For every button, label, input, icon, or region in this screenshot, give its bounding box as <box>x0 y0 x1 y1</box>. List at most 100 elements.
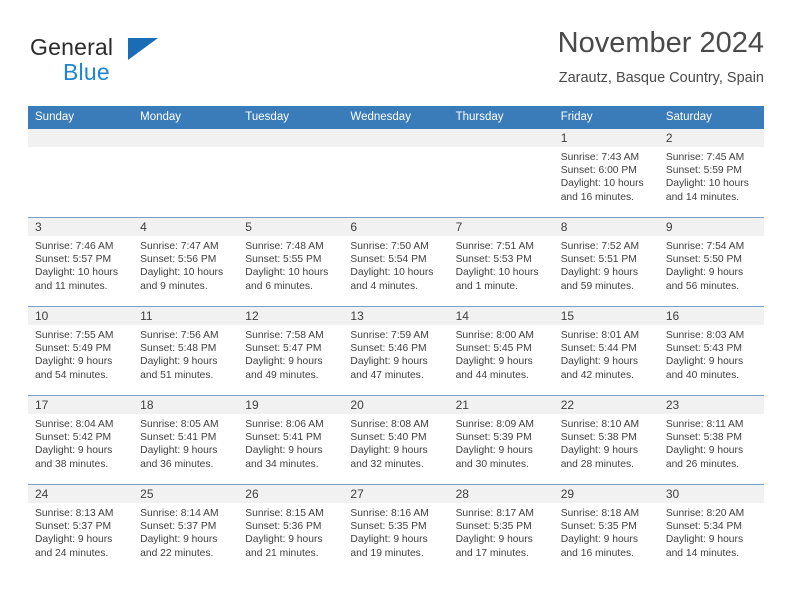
calendar-day-cell[interactable]: 5 Sunrise: 7:48 AM Sunset: 5:55 PM Daylight… <box>238 217 344 307</box>
day-number: 30 <box>658 485 764 503</box>
sunrise-text: Sunrise: 7:43 AM <box>560 152 640 163</box>
calendar-day-cell[interactable]: 1 Sunrise: 7:43 AM Sunset: 6:00 PM Daylight… <box>553 129 659 218</box>
day-number: 7 <box>448 218 554 236</box>
day-details: Sunrise: 8:17 AM Sunset: 5:35 PM Daylight:… <box>449 503 554 560</box>
day-details: Sunrise: 7:52 AM Sunset: 5:51 PM Daylight:… <box>554 236 659 293</box>
calendar-day-cell[interactable]: 22 Sunrise: 8:10 AM Sunset: 5:38 PM Dayligh… <box>553 395 659 485</box>
weekday-header-tuesday: Tuesday <box>238 106 344 129</box>
weekday-header-friday: Friday <box>553 106 659 129</box>
sunset-text: Sunset: 5:43 PM <box>665 343 742 355</box>
daylight-text: Daylight: 9 hours <box>245 356 323 368</box>
daylight-text: Daylight: 9 hours <box>350 445 428 457</box>
daylight-text-cont: and 16 minutes. <box>560 191 634 203</box>
day-details: Sunrise: 8:06 AM Sunset: 5:41 PM Daylight:… <box>238 414 343 471</box>
day-details: Sunrise: 7:43 AM Sunset: 6:00 PM Daylight:… <box>554 147 659 204</box>
day-details: Sunrise: 8:04 AM Sunset: 5:42 PM Daylight:… <box>28 414 133 471</box>
day-number <box>133 129 239 147</box>
day-cell-inner: 20 Sunrise: 8:08 AM Sunset: 5:40 PM Dayligh… <box>343 396 449 484</box>
sunrise-text: Sunrise: 8:14 AM <box>140 508 219 519</box>
sunrise-text: Sunrise: 7:47 AM <box>140 241 219 252</box>
sunrise-text: Sunrise: 8:04 AM <box>35 419 114 430</box>
sunrise-text: Sunrise: 8:16 AM <box>350 508 429 519</box>
calendar-day-cell[interactable]: 2 Sunrise: 7:45 AM Sunset: 5:59 PM Daylight… <box>658 129 764 218</box>
calendar-day-cell[interactable]: 21 Sunrise: 8:09 AM Sunset: 5:39 PM Dayligh… <box>448 395 554 485</box>
weekday-header-saturday: Saturday <box>658 106 764 129</box>
sunrise-text: Sunrise: 8:11 AM <box>665 419 744 430</box>
day-cell-inner: 2 Sunrise: 7:45 AM Sunset: 5:59 PM Daylight… <box>658 129 764 217</box>
calendar-day-cell[interactable]: 28 Sunrise: 8:17 AM Sunset: 5:35 PM Dayligh… <box>448 484 554 573</box>
weekday-header-sunday: Sunday <box>28 106 134 129</box>
day-details: Sunrise: 7:54 AM Sunset: 5:50 PM Daylight:… <box>659 236 764 293</box>
sunrise-text: Sunrise: 8:17 AM <box>455 508 534 519</box>
day-number: 28 <box>448 485 554 503</box>
calendar-day-cell[interactable]: 7 Sunrise: 7:51 AM Sunset: 5:53 PM Daylight… <box>448 217 554 307</box>
day-cell-inner <box>343 129 449 217</box>
daylight-text: Daylight: 9 hours <box>245 445 323 457</box>
calendar-day-cell[interactable]: 8 Sunrise: 7:52 AM Sunset: 5:51 PM Daylight… <box>553 217 659 307</box>
calendar-day-cell[interactable]: 20 Sunrise: 8:08 AM Sunset: 5:40 PM Dayligh… <box>343 395 449 485</box>
calendar-day-cell[interactable]: 24 Sunrise: 8:13 AM Sunset: 5:37 PM Dayligh… <box>28 484 134 573</box>
calendar-day-cell[interactable]: 30 Sunrise: 8:20 AM Sunset: 5:34 PM Dayligh… <box>658 484 764 573</box>
day-cell-inner <box>238 129 344 217</box>
sunrise-text: Sunrise: 8:09 AM <box>455 419 534 430</box>
weekday-header-wednesday: Wednesday <box>343 106 449 129</box>
daylight-text: Daylight: 9 hours <box>665 267 744 279</box>
day-cell-inner: 14 Sunrise: 8:00 AM Sunset: 5:45 PM Dayligh… <box>448 307 554 395</box>
day-details: Sunrise: 8:05 AM Sunset: 5:41 PM Daylight:… <box>133 414 238 471</box>
page-header: General Blue November 2024 Zarautz, Basq… <box>28 26 764 98</box>
day-number: 8 <box>553 218 659 236</box>
day-number: 25 <box>133 485 239 503</box>
day-number: 21 <box>448 396 554 414</box>
day-cell-inner: 21 Sunrise: 8:09 AM Sunset: 5:39 PM Dayligh… <box>448 396 554 484</box>
sunset-text: Sunset: 5:38 PM <box>560 432 637 444</box>
day-number: 17 <box>28 396 134 414</box>
daylight-text: Daylight: 9 hours <box>455 534 533 546</box>
calendar-day-cell[interactable]: 11 Sunrise: 7:56 AM Sunset: 5:48 PM Dayligh… <box>133 306 239 396</box>
day-number: 18 <box>133 396 239 414</box>
calendar-day-cell[interactable]: 9 Sunrise: 7:54 AM Sunset: 5:50 PM Daylight… <box>658 217 764 307</box>
calendar-day-cell[interactable]: 17 Sunrise: 8:04 AM Sunset: 5:42 PM Dayligh… <box>28 395 134 485</box>
calendar-day-cell[interactable]: 4 Sunrise: 7:47 AM Sunset: 5:56 PM Daylight… <box>133 217 239 307</box>
day-cell-inner: 15 Sunrise: 8:01 AM Sunset: 5:44 PM Dayligh… <box>553 307 659 395</box>
calendar-day-cell[interactable]: 27 Sunrise: 8:16 AM Sunset: 5:35 PM Dayligh… <box>343 484 449 573</box>
calendar-day-cell[interactable]: 13 Sunrise: 7:59 AM Sunset: 5:46 PM Dayligh… <box>343 306 449 396</box>
calendar-day-cell[interactable]: 3 Sunrise: 7:46 AM Sunset: 5:57 PM Daylight… <box>28 217 134 307</box>
sunrise-text: Sunrise: 8:13 AM <box>35 508 114 519</box>
sunset-text: Sunset: 5:35 PM <box>455 521 532 533</box>
sunset-text: Sunset: 5:57 PM <box>35 254 112 266</box>
daylight-text-cont: and 40 minutes. <box>665 369 740 381</box>
calendar-day-cell[interactable]: 29 Sunrise: 8:18 AM Sunset: 5:35 PM Dayligh… <box>553 484 659 573</box>
daylight-text-cont: and 14 minutes. <box>665 547 740 559</box>
sunset-text: Sunset: 5:35 PM <box>560 521 637 533</box>
daylight-text: Daylight: 10 hours <box>350 267 434 279</box>
day-cell-inner <box>448 129 554 217</box>
brand-logo[interactable]: General Blue <box>28 26 288 90</box>
day-cell-inner: 16 Sunrise: 8:03 AM Sunset: 5:43 PM Dayligh… <box>658 307 764 395</box>
daylight-text-cont: and 17 minutes. <box>455 547 529 559</box>
calendar-day-cell[interactable]: 19 Sunrise: 8:06 AM Sunset: 5:41 PM Dayligh… <box>238 395 344 485</box>
calendar-day-cell[interactable]: 16 Sunrise: 8:03 AM Sunset: 5:43 PM Dayligh… <box>658 306 764 396</box>
sunset-text: Sunset: 5:49 PM <box>35 343 112 355</box>
calendar-day-cell[interactable]: 10 Sunrise: 7:55 AM Sunset: 5:49 PM Dayligh… <box>28 306 134 396</box>
daylight-text-cont: and 4 minutes. <box>350 280 418 292</box>
day-details: Sunrise: 7:51 AM Sunset: 5:53 PM Daylight:… <box>449 236 554 293</box>
day-number: 5 <box>238 218 344 236</box>
calendar-day-cell[interactable]: 6 Sunrise: 7:50 AM Sunset: 5:54 PM Daylight… <box>343 217 449 307</box>
daylight-text: Daylight: 9 hours <box>140 534 218 546</box>
day-number: 10 <box>28 307 134 325</box>
calendar-day-cell[interactable]: 23 Sunrise: 8:11 AM Sunset: 5:38 PM Dayligh… <box>658 395 764 485</box>
calendar-day-cell[interactable]: 25 Sunrise: 8:14 AM Sunset: 5:37 PM Dayligh… <box>133 484 239 573</box>
daylight-text: Daylight: 9 hours <box>665 445 744 457</box>
sunset-text: Sunset: 5:44 PM <box>560 343 637 355</box>
sunset-text: Sunset: 5:51 PM <box>560 254 637 266</box>
sunrise-text: Sunrise: 8:03 AM <box>665 330 745 341</box>
calendar-header-row: Sunday Monday Tuesday Wednesday Thursday… <box>28 106 764 129</box>
calendar-day-cell[interactable]: 26 Sunrise: 8:15 AM Sunset: 5:36 PM Dayligh… <box>238 484 344 573</box>
sunrise-text: Sunrise: 7:48 AM <box>245 241 324 252</box>
calendar-day-cell[interactable]: 14 Sunrise: 8:00 AM Sunset: 5:45 PM Dayligh… <box>448 306 554 396</box>
calendar-day-cell[interactable]: 15 Sunrise: 8:01 AM Sunset: 5:44 PM Dayligh… <box>553 306 659 396</box>
sunset-text: Sunset: 5:47 PM <box>245 343 322 355</box>
calendar-day-cell[interactable]: 18 Sunrise: 8:05 AM Sunset: 5:41 PM Dayligh… <box>133 395 239 485</box>
sunset-text: Sunset: 5:55 PM <box>245 254 322 266</box>
calendar-day-cell[interactable]: 12 Sunrise: 7:58 AM Sunset: 5:47 PM Dayligh… <box>238 306 344 396</box>
